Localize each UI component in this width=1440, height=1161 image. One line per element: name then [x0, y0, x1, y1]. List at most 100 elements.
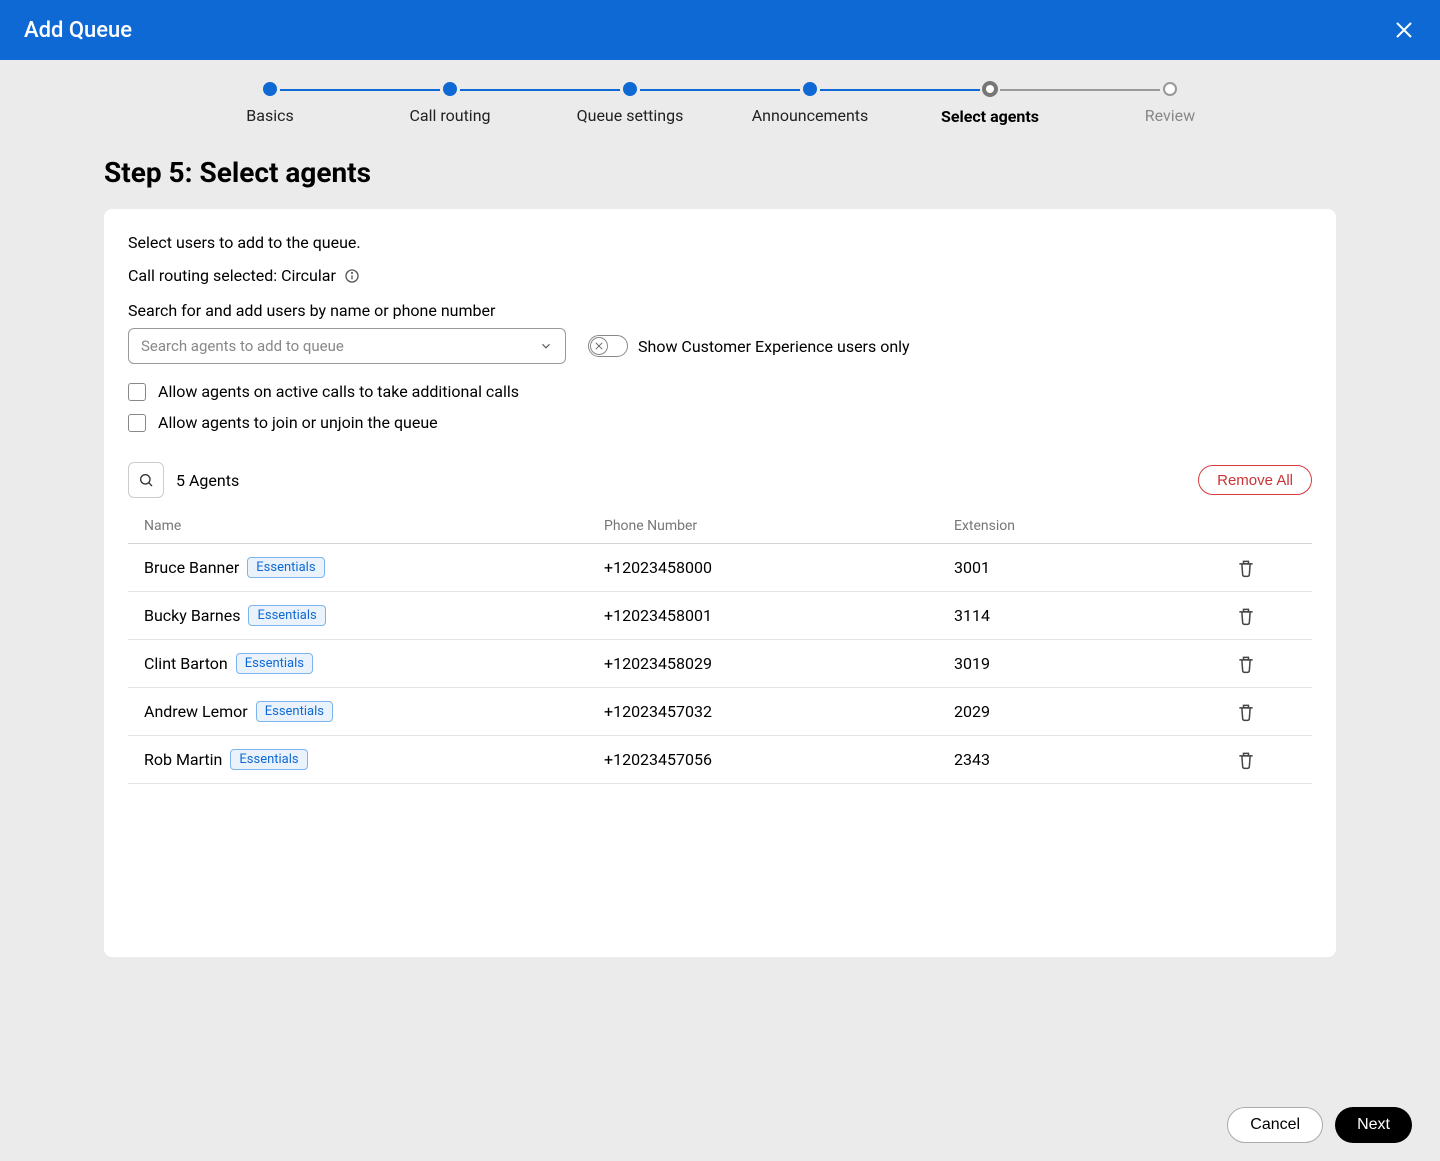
step-dot-icon — [982, 81, 998, 97]
essentials-badge: Essentials — [248, 605, 325, 626]
table-row: Bruce Banner Essentials +12023458000 300… — [128, 544, 1312, 592]
step-connector — [460, 89, 620, 91]
step-label: Queue settings — [577, 106, 684, 125]
step-label: Call routing — [409, 106, 490, 125]
actions-cell — [1234, 654, 1296, 674]
search-row: Search agents to add to queue Show Custo… — [128, 328, 1312, 364]
toolbar-left: 5 Agents — [128, 462, 239, 498]
allow-join-unjoin-checkbox[interactable] — [128, 414, 146, 432]
step-connector — [1000, 89, 1160, 91]
modal-footer: Cancel Next — [0, 1089, 1440, 1161]
search-agent-combobox[interactable]: Search agents to add to queue — [128, 328, 566, 364]
info-icon[interactable] — [344, 268, 360, 284]
step-dot-icon — [443, 82, 457, 96]
table-row: Clint Barton Essentials +12023458029 301… — [128, 640, 1312, 688]
phone-cell: +12023458001 — [604, 606, 954, 625]
actions-cell — [1234, 702, 1296, 722]
step-dot-icon — [623, 82, 637, 96]
modal-header: Add Queue — [0, 0, 1440, 60]
page-title: Step 5: Select agents — [104, 156, 1440, 189]
delete-agent-button[interactable] — [1236, 558, 1256, 578]
table-row: Rob Martin Essentials +12023457056 2343 — [128, 736, 1312, 784]
delete-agent-button[interactable] — [1236, 606, 1256, 626]
cx-users-toggle[interactable] — [588, 335, 628, 357]
allow-additional-calls-checkbox[interactable] — [128, 383, 146, 401]
agent-name: Bruce Banner — [144, 558, 239, 577]
essentials-badge: Essentials — [236, 653, 313, 674]
trash-icon — [1236, 558, 1256, 578]
step-label: Select agents — [941, 107, 1039, 126]
phone-cell: +12023457032 — [604, 702, 954, 721]
step-label: Review — [1145, 106, 1195, 125]
actions-cell — [1234, 750, 1296, 770]
name-cell: Clint Barton Essentials — [144, 653, 604, 674]
name-cell: Andrew Lemor Essentials — [144, 701, 604, 722]
phone-cell: +12023457056 — [604, 750, 954, 769]
col-name: Name — [144, 518, 604, 534]
extension-cell: 3001 — [954, 558, 1234, 577]
checkbox-label: Allow agents on active calls to take add… — [158, 382, 519, 401]
delete-agent-button[interactable] — [1236, 750, 1256, 770]
extension-cell: 3114 — [954, 606, 1234, 625]
essentials-badge: Essentials — [256, 701, 333, 722]
description-text: Select users to add to the queue. — [128, 233, 1312, 252]
essentials-badge: Essentials — [230, 749, 307, 770]
col-ext: Extension — [954, 518, 1234, 534]
search-agents-button[interactable] — [128, 462, 164, 498]
close-icon — [1392, 18, 1416, 42]
step-connector — [280, 89, 440, 91]
search-label: Search for and add users by name or phon… — [128, 301, 1312, 320]
step-dot-icon — [1163, 82, 1177, 96]
remove-all-button[interactable]: Remove All — [1198, 465, 1312, 495]
agent-name: Rob Martin — [144, 750, 222, 769]
actions-cell — [1234, 606, 1296, 626]
trash-icon — [1236, 750, 1256, 770]
cancel-button[interactable]: Cancel — [1227, 1107, 1323, 1143]
trash-icon — [1236, 702, 1256, 722]
agent-name: Andrew Lemor — [144, 702, 248, 721]
step-label: Basics — [246, 106, 293, 125]
essentials-badge: Essentials — [247, 557, 324, 578]
agents-table: Name Phone Number Extension Bruce Banner… — [128, 508, 1312, 784]
cx-users-toggle-group: Show Customer Experience users only — [588, 335, 910, 357]
name-cell: Bruce Banner Essentials — [144, 557, 604, 578]
actions-cell — [1234, 558, 1296, 578]
table-header: Name Phone Number Extension — [128, 508, 1312, 544]
routing-label: Call routing selected: Circular — [128, 266, 336, 285]
toggle-off-x-icon — [595, 342, 603, 350]
delete-agent-button[interactable] — [1236, 702, 1256, 722]
modal-title: Add Queue — [24, 18, 132, 43]
allow-additional-calls-row: Allow agents on active calls to take add… — [128, 382, 1312, 401]
stepper: Basics Call routing Queue settings Annou… — [0, 60, 1440, 132]
step-connector — [820, 89, 980, 91]
content-card: Select users to add to the queue. Call r… — [104, 209, 1336, 957]
agent-name: Bucky Barnes — [144, 606, 240, 625]
agent-count: 5 Agents — [176, 471, 239, 490]
phone-cell: +12023458000 — [604, 558, 954, 577]
toggle-label: Show Customer Experience users only — [638, 337, 910, 356]
extension-cell: 2343 — [954, 750, 1234, 769]
delete-agent-button[interactable] — [1236, 654, 1256, 674]
table-row: Bucky Barnes Essentials +12023458001 311… — [128, 592, 1312, 640]
call-routing-info: Call routing selected: Circular — [128, 266, 1312, 285]
checkbox-label: Allow agents to join or unjoin the queue — [158, 413, 438, 432]
table-row: Andrew Lemor Essentials +12023457032 202… — [128, 688, 1312, 736]
step-dot-icon — [263, 82, 277, 96]
trash-icon — [1236, 606, 1256, 626]
col-phone: Phone Number — [604, 518, 954, 534]
chevron-down-icon — [539, 339, 553, 353]
close-button[interactable] — [1392, 18, 1416, 42]
step-dot-icon — [803, 82, 817, 96]
combobox-placeholder: Search agents to add to queue — [141, 337, 344, 355]
allow-join-unjoin-row: Allow agents to join or unjoin the queue — [128, 413, 1312, 432]
extension-cell: 3019 — [954, 654, 1234, 673]
next-button[interactable]: Next — [1335, 1107, 1412, 1143]
step-basics[interactable]: Basics — [180, 82, 360, 125]
toggle-knob — [590, 337, 608, 355]
table-body: Bruce Banner Essentials +12023458000 300… — [128, 544, 1312, 784]
trash-icon — [1236, 654, 1256, 674]
step-connector — [640, 89, 800, 91]
name-cell: Rob Martin Essentials — [144, 749, 604, 770]
name-cell: Bucky Barnes Essentials — [144, 605, 604, 626]
agents-toolbar: 5 Agents Remove All — [128, 462, 1312, 498]
